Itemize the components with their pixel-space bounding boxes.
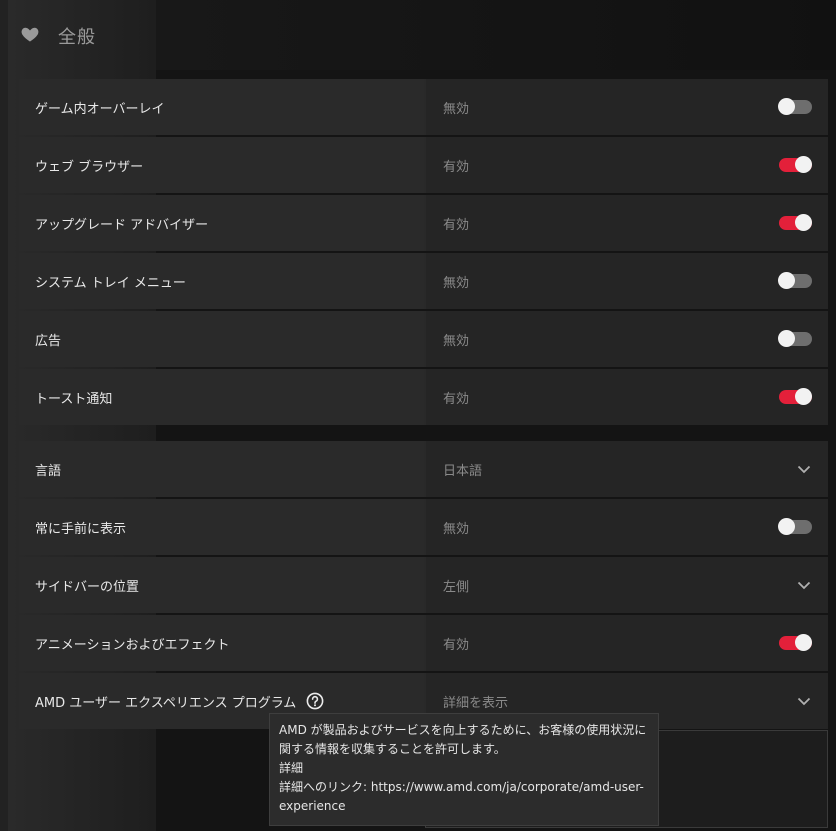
- setting-value-cell: 無効: [426, 79, 828, 135]
- setting-row-animations-effects: アニメーションおよびエフェクト 有効: [19, 615, 828, 671]
- setting-value: 無効: [443, 333, 470, 349]
- sidebar-position-dropdown[interactable]: 左側: [426, 557, 828, 613]
- chevron-down-icon[interactable]: [796, 577, 812, 593]
- setting-value: 無効: [443, 275, 470, 291]
- setting-label: AMD ユーザー エクスペリエンス プログラム: [35, 695, 297, 711]
- setting-row-always-on-top: 常に手前に表示 無効: [19, 499, 828, 555]
- setting-row-sidebar-position[interactable]: サイドバーの位置 左側: [19, 557, 828, 613]
- setting-label: ウェブ ブラウザー: [19, 137, 424, 193]
- setting-value-cell: 有効: [426, 195, 828, 251]
- heart-icon: [20, 24, 40, 48]
- setting-label: アニメーションおよびエフェクト: [19, 615, 424, 671]
- tooltip-description: AMD が製品およびサービスを向上するために、お客様の使用状況に関する情報を収集…: [279, 723, 647, 756]
- animations-effects-toggle[interactable]: [779, 634, 812, 651]
- settings-group-2: 言語 日本語 常に手前に表示 無効 サイドバーの位置 左側 アニメーションおよび…: [19, 441, 828, 729]
- setting-value-cell: 有効: [426, 615, 828, 671]
- help-tooltip: AMD が製品およびサービスを向上するために、お客様の使用状況に関する情報を収集…: [269, 713, 659, 826]
- section-title: 全般: [58, 27, 96, 48]
- setting-row-toast-notifications: トースト通知 有効: [19, 369, 828, 425]
- web-browser-toggle[interactable]: [779, 156, 812, 173]
- setting-label: トースト通知: [19, 369, 424, 425]
- section-header: 全般: [20, 20, 96, 52]
- setting-label: 常に手前に表示: [19, 499, 424, 555]
- top-backdrop: [156, 0, 836, 70]
- setting-value: 無効: [443, 101, 470, 117]
- setting-row-upgrade-advisor: アップグレード アドバイザー 有効: [19, 195, 828, 251]
- setting-label: アップグレード アドバイザー: [19, 195, 424, 251]
- setting-value: 左側: [443, 579, 470, 595]
- toast-notifications-toggle[interactable]: [779, 388, 812, 405]
- setting-value-cell: 有効: [426, 137, 828, 193]
- setting-value: 無効: [443, 521, 470, 537]
- setting-label: 言語: [19, 441, 424, 497]
- tooltip-details-label: 詳細: [279, 761, 304, 775]
- setting-value: 有効: [443, 391, 470, 407]
- setting-value-cell: 有効: [426, 369, 828, 425]
- setting-row-language[interactable]: 言語 日本語: [19, 441, 828, 497]
- setting-value-cell: 無効: [426, 311, 828, 367]
- language-dropdown[interactable]: 日本語: [426, 441, 828, 497]
- setting-row-web-browser: ウェブ ブラウザー 有効: [19, 137, 828, 193]
- setting-label: 広告: [19, 311, 424, 367]
- setting-label: システム トレイ メニュー: [19, 253, 424, 309]
- ads-toggle[interactable]: [778, 330, 812, 347]
- setting-row-ads: 広告 無効: [19, 311, 828, 367]
- setting-value-cell: 無効: [426, 253, 828, 309]
- tooltip-link-text: 詳細へのリンク: https://www.amd.com/ja/corporat…: [279, 780, 644, 813]
- always-on-top-toggle[interactable]: [778, 518, 812, 535]
- upgrade-advisor-toggle[interactable]: [779, 214, 812, 231]
- chevron-down-icon[interactable]: [796, 461, 812, 477]
- game-overlay-toggle[interactable]: [778, 98, 812, 115]
- left-edge-strip: [0, 0, 8, 831]
- system-tray-menu-toggle[interactable]: [778, 272, 812, 289]
- setting-label: ゲーム内オーバーレイ: [19, 79, 424, 135]
- setting-row-game-overlay: ゲーム内オーバーレイ 無効: [19, 79, 828, 135]
- setting-value: 有効: [443, 217, 470, 233]
- setting-value: 有効: [443, 637, 470, 653]
- settings-group-1: ゲーム内オーバーレイ 無効 ウェブ ブラウザー 有効 アップグレード アドバイザ…: [19, 79, 828, 425]
- setting-value: 詳細を表示: [443, 695, 509, 711]
- chevron-down-icon[interactable]: [796, 693, 812, 709]
- setting-row-system-tray-menu: システム トレイ メニュー 無効: [19, 253, 828, 309]
- help-icon[interactable]: [306, 692, 324, 710]
- setting-label: サイドバーの位置: [19, 557, 424, 613]
- setting-value: 有効: [443, 159, 470, 175]
- setting-value: 日本語: [443, 463, 483, 479]
- setting-value-cell: 無効: [426, 499, 828, 555]
